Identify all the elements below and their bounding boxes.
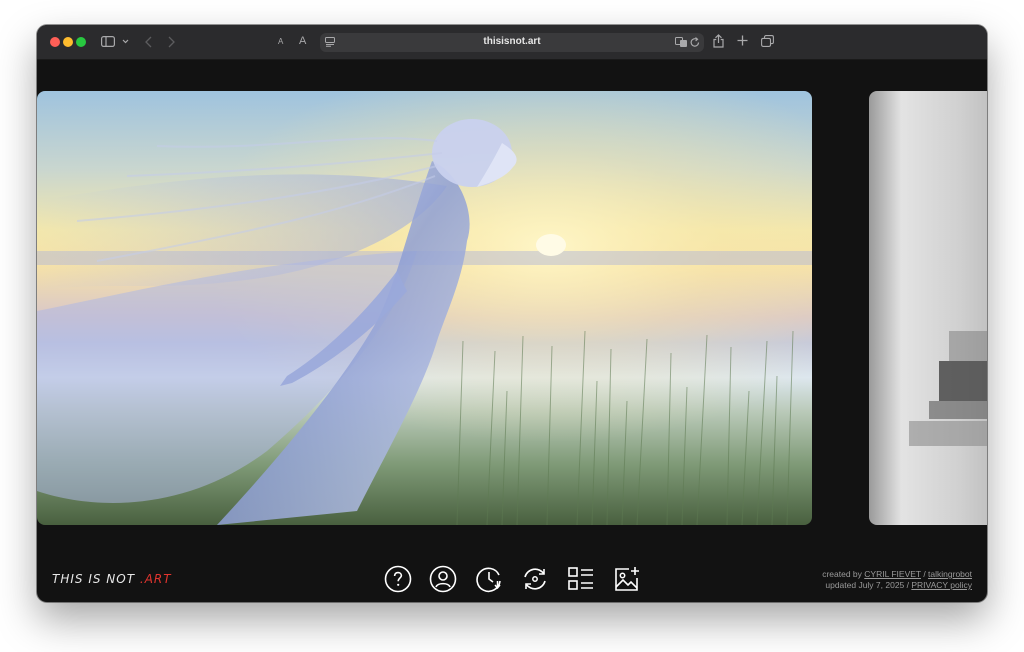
site-footer: THIS IS NOT .ART created by CYRIL FIEVET… <box>37 557 987 602</box>
credits-line-2: updated July 7, 2025 / PRIVACY policy <box>822 580 972 591</box>
history-icon[interactable] <box>475 565 503 593</box>
next-artwork-image[interactable] <box>869 91 987 525</box>
artwork-image[interactable] <box>37 91 812 525</box>
browser-toolbar: A A thisisnot.art <box>37 25 987 60</box>
translate-icon[interactable] <box>675 37 688 48</box>
credits-created-by: created by <box>822 569 865 579</box>
help-icon[interactable] <box>384 565 412 593</box>
back-icon[interactable] <box>145 36 152 48</box>
close-window-button[interactable] <box>50 37 60 47</box>
handle-link[interactable]: talkingrobot <box>928 569 972 579</box>
user-icon[interactable] <box>429 565 457 593</box>
site-credits: created by CYRIL FIEVET / talkingrobot u… <box>822 569 972 591</box>
shuffle-icon[interactable] <box>521 565 549 593</box>
author-link[interactable]: CYRIL FIEVET <box>864 569 921 579</box>
chevron-down-icon[interactable] <box>122 39 129 44</box>
forward-icon[interactable] <box>168 36 175 48</box>
share-icon[interactable] <box>713 34 724 48</box>
new-tab-icon[interactable] <box>737 35 748 46</box>
credits-separator: / <box>920 569 929 579</box>
address-bar[interactable]: thisisnot.art <box>320 33 704 52</box>
gallery-list-icon[interactable] <box>567 565 595 593</box>
privacy-link[interactable]: PRIVACY policy <box>911 580 972 590</box>
browser-window: A A thisisnot.art THIS IS NOT .ART creat… <box>37 25 987 602</box>
site-logo[interactable]: THIS IS NOT .ART <box>52 572 172 586</box>
text-larger-button[interactable]: A <box>299 36 306 47</box>
logo-main-text: THIS IS NOT <box>52 572 140 586</box>
reload-icon[interactable] <box>690 37 700 48</box>
logo-accent-text: .ART <box>139 572 172 586</box>
sidebar-icon[interactable] <box>101 36 115 47</box>
minimize-window-button[interactable] <box>63 37 73 47</box>
credits-line-1: created by CYRIL FIEVET / talkingrobot <box>822 569 972 580</box>
text-smaller-button[interactable]: A <box>278 38 283 46</box>
url-text: thisisnot.art <box>483 36 541 47</box>
credits-updated: updated July 7, 2025 / <box>825 580 912 590</box>
tab-overview-icon[interactable] <box>761 35 774 47</box>
zoom-window-button[interactable] <box>76 37 86 47</box>
add-image-icon[interactable] <box>613 565 641 593</box>
